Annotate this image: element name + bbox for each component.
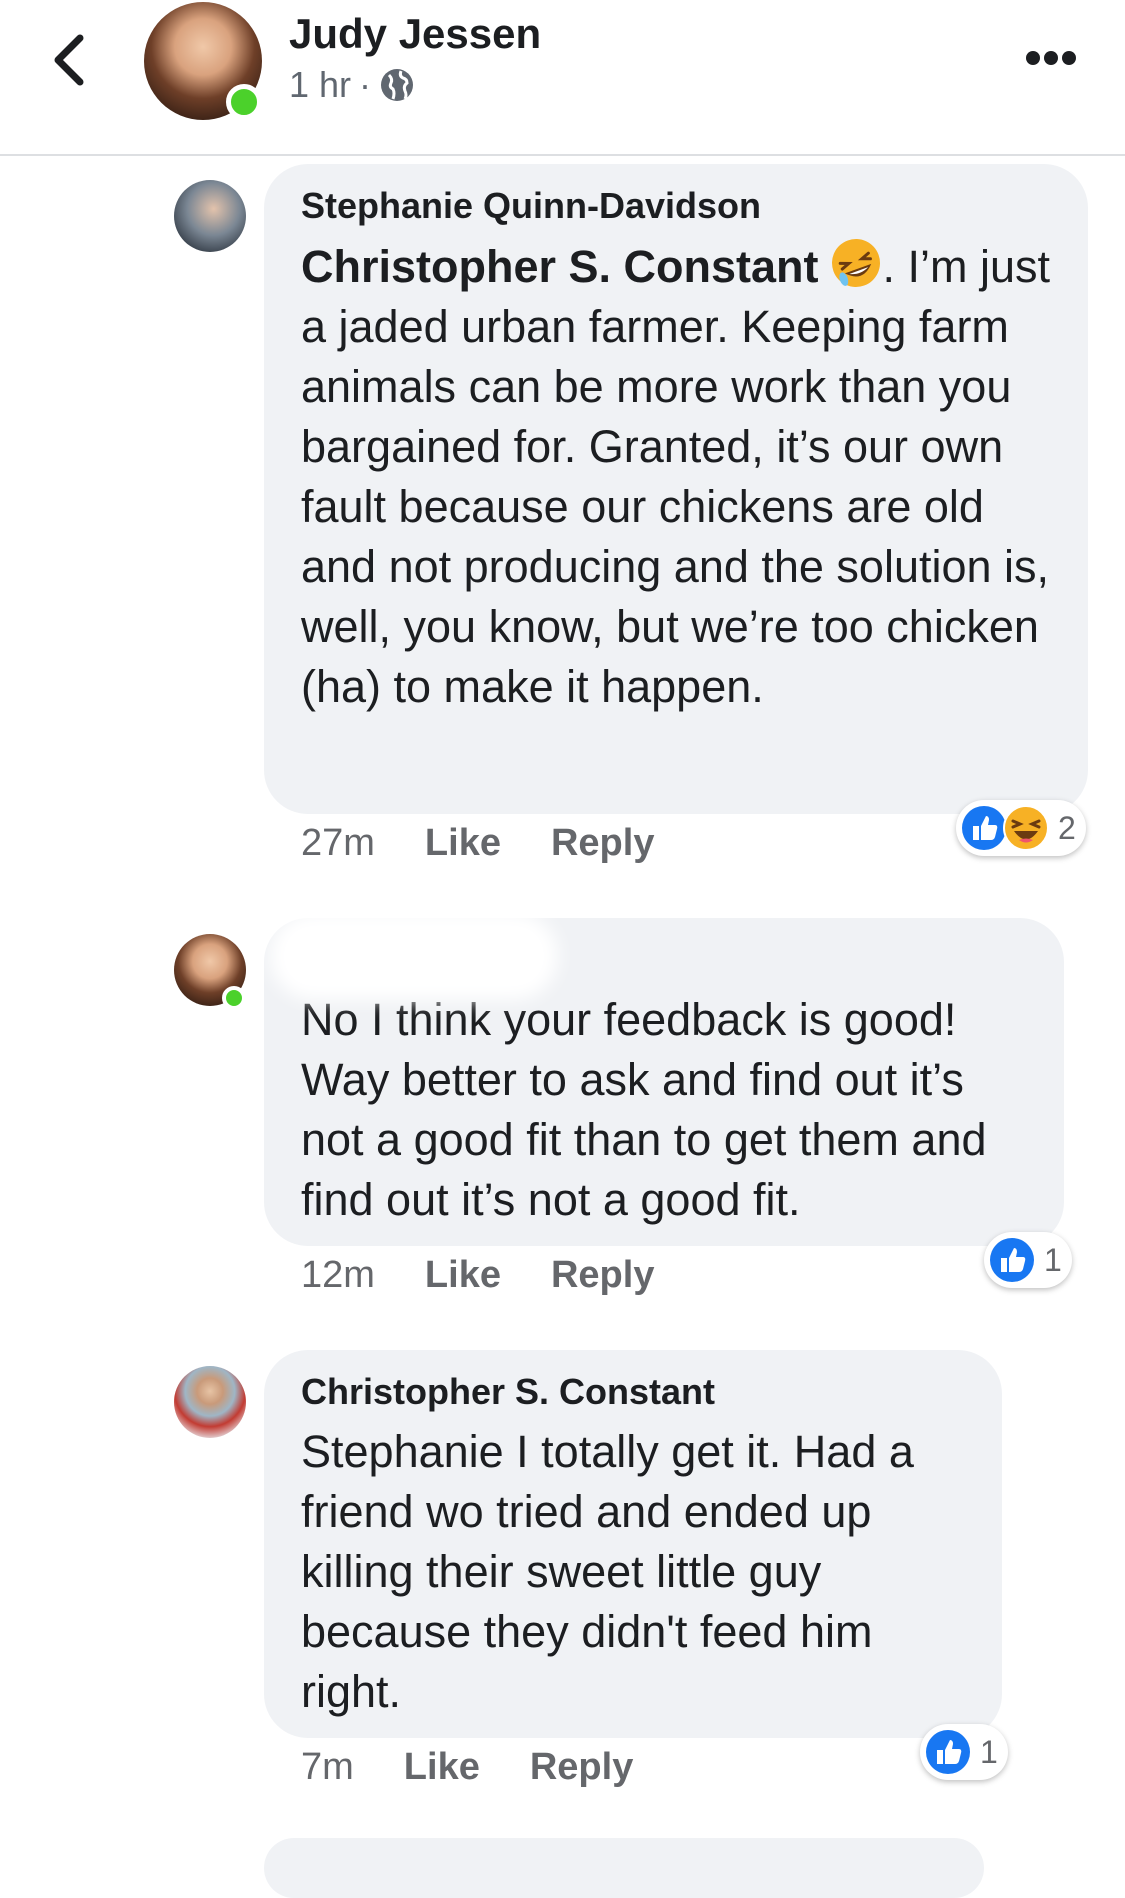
- comment-bubble: Christopher S. Constant Stephanie I tota…: [264, 1350, 1002, 1738]
- like-reaction-icon: [926, 1730, 970, 1774]
- like-button[interactable]: Like: [425, 1254, 501, 1297]
- author-name[interactable]: Judy Jessen: [289, 10, 541, 58]
- more-icon[interactable]: [1025, 50, 1077, 66]
- comment-body: Stephanie I totally get it. Had a friend…: [301, 1426, 914, 1717]
- comment-bubble: Stephanie Quinn-Davidson Christopher S. …: [264, 164, 1088, 814]
- like-button[interactable]: Like: [425, 822, 501, 865]
- comment-body: No I think your feedback is good! Way be…: [301, 994, 987, 1225]
- like-reaction-icon: [962, 806, 1006, 850]
- comment-text: Christopher S. Constant . I’m just a jad…: [301, 236, 1058, 717]
- comment-author[interactable]: Christopher S. Constant: [301, 1370, 972, 1414]
- online-indicator: [226, 84, 262, 120]
- redacted-author-name: [284, 926, 544, 986]
- reaction-count: 2: [1058, 809, 1076, 846]
- comment-author[interactable]: Stephanie Quinn-Davidson: [301, 184, 1058, 228]
- meta-separator: ·: [359, 64, 372, 105]
- commenter-avatar[interactable]: [174, 180, 246, 252]
- online-indicator: [222, 986, 246, 1010]
- haha-reaction-icon: [1003, 805, 1049, 851]
- reply-button[interactable]: Reply: [551, 822, 654, 865]
- globe-icon: [381, 69, 414, 101]
- commenter-avatar[interactable]: [174, 1366, 246, 1438]
- comment-time[interactable]: 27m: [301, 822, 375, 865]
- chevron-left-icon[interactable]: [48, 32, 92, 88]
- comment-actions: 7m Like Reply: [301, 1746, 633, 1789]
- comment-actions: 12m Like Reply: [301, 1254, 654, 1297]
- comment-bubble: No I think your feedback is good! Way be…: [264, 918, 1064, 1246]
- next-comment-bubble: [264, 1838, 984, 1898]
- post-time[interactable]: 1 hr: [289, 64, 351, 106]
- reply-button[interactable]: Reply: [551, 1254, 654, 1297]
- comment-actions: 27m Like Reply: [301, 822, 654, 865]
- comment-time[interactable]: 7m: [301, 1746, 354, 1789]
- reaction-summary[interactable]: 1: [984, 1232, 1072, 1288]
- reaction-summary[interactable]: 1: [920, 1724, 1008, 1780]
- mention-link[interactable]: Christopher S. Constant: [301, 241, 819, 292]
- reaction-summary[interactable]: 2: [956, 800, 1086, 856]
- post-meta: 1 hr ·: [289, 64, 415, 106]
- reply-button[interactable]: Reply: [530, 1746, 633, 1789]
- like-reaction-icon: [990, 1238, 1034, 1282]
- rofl-emoji-icon: [831, 239, 880, 287]
- reaction-count: 1: [1044, 1241, 1062, 1278]
- like-button[interactable]: Like: [404, 1746, 480, 1789]
- reaction-count: 1: [980, 1733, 998, 1770]
- post-header: Judy Jessen 1 hr ·: [0, 0, 1125, 156]
- comment-body: . I’m just a jaded urban farmer. Keeping…: [301, 241, 1051, 712]
- comment-time[interactable]: 12m: [301, 1254, 375, 1297]
